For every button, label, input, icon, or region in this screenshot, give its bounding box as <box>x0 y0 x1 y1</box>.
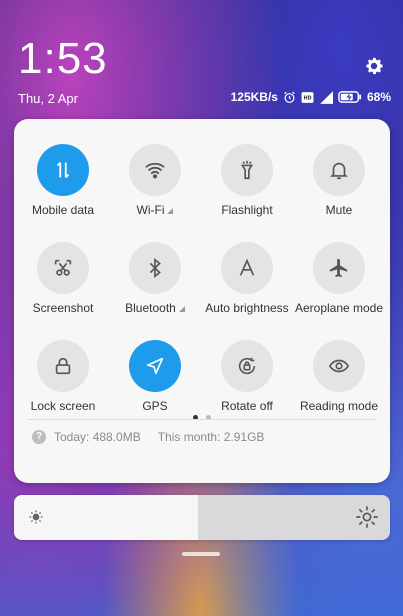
tile-screenshot[interactable]: Screenshot <box>17 242 109 315</box>
auto-brightness-button[interactable] <box>221 242 273 294</box>
signal-icon <box>319 90 333 104</box>
mobile-data-button[interactable] <box>37 144 89 196</box>
page-indicator[interactable] <box>14 407 390 425</box>
dropdown-triangle-icon <box>167 208 174 214</box>
aeroplane-mode-button[interactable] <box>313 242 365 294</box>
auto-brightness-icon <box>239 258 255 276</box>
tile-label: Screenshot <box>32 301 94 315</box>
tile-label: Mobile data <box>31 203 95 217</box>
wifi-icon <box>145 162 165 179</box>
lock-icon <box>55 357 71 375</box>
tile-label: Aeroplane mode <box>294 301 384 315</box>
tile-gps[interactable]: GPS <box>109 340 201 413</box>
wifi-button[interactable] <box>129 144 181 196</box>
dropdown-triangle-icon <box>178 306 185 312</box>
tile-reading-mode[interactable]: Reading mode <box>293 340 385 413</box>
svg-text:HD: HD <box>303 95 311 101</box>
brightness-high-icon <box>356 506 378 528</box>
clock[interactable]: 1:53 <box>18 34 108 84</box>
bluetooth-button[interactable] <box>129 242 181 294</box>
tile-mobile-data[interactable]: Mobile data <box>17 144 109 217</box>
screenshot-button[interactable] <box>37 242 89 294</box>
tile-wifi[interactable]: Wi-Fi <box>109 144 201 217</box>
tile-label: Flashlight <box>221 203 273 217</box>
quick-settings-panel: Mobile data Wi-Fi Flashlight Mute Screen… <box>14 119 390 483</box>
rotate-off-button[interactable] <box>221 340 273 392</box>
brightness-slider[interactable] <box>14 495 390 540</box>
date-label[interactable]: Thu, 2 Apr <box>18 91 78 106</box>
brightness-low-icon <box>29 510 43 524</box>
airplane-icon <box>329 258 348 278</box>
usage-today: Today: 488.0MB <box>54 430 141 444</box>
lock-screen-button[interactable] <box>37 340 89 392</box>
tile-label: Wi-Fi <box>136 203 165 217</box>
reading-mode-button[interactable] <box>313 340 365 392</box>
flashlight-icon <box>240 160 254 180</box>
usage-month: This month: 2.91GB <box>157 430 265 444</box>
bluetooth-icon <box>149 258 161 278</box>
alarm-icon <box>283 91 296 104</box>
tile-aeroplane-mode[interactable]: Aeroplane mode <box>293 242 385 315</box>
tile-label: Mute <box>325 203 353 217</box>
flashlight-button[interactable] <box>221 144 273 196</box>
divider <box>28 419 376 420</box>
tile-rotate-off[interactable]: Rotate off <box>201 340 293 413</box>
tile-lock-screen[interactable]: Lock screen <box>17 340 109 413</box>
battery-percent: 68% <box>366 90 391 104</box>
volte-icon: HD <box>301 91 314 104</box>
tile-bluetooth[interactable]: Bluetooth <box>109 242 201 315</box>
mute-button[interactable] <box>313 144 365 196</box>
network-speed: 125KB/s <box>230 90 278 104</box>
help-question-icon[interactable]: ? <box>32 430 46 444</box>
mobile-data-icon <box>56 162 70 178</box>
tile-flashlight[interactable]: Flashlight <box>201 144 293 217</box>
data-usage-row[interactable]: ? Today: 488.0MB This month: 2.91GB <box>32 430 264 444</box>
eye-icon <box>328 359 350 373</box>
tile-mute[interactable]: Mute <box>293 144 385 217</box>
drag-handle[interactable] <box>182 552 220 556</box>
location-arrow-icon <box>146 357 164 375</box>
tile-auto-brightness[interactable]: Auto brightness <box>201 242 293 315</box>
battery-charging-icon <box>338 91 362 103</box>
rotation-lock-icon <box>238 357 256 375</box>
gps-button[interactable] <box>129 340 181 392</box>
status-icons: 125KB/s HD 68% <box>231 90 391 104</box>
scissors-icon <box>54 259 72 276</box>
tile-label: Auto brightness <box>205 301 289 315</box>
settings-gear-icon[interactable] <box>363 55 385 77</box>
bell-icon <box>330 162 348 180</box>
tile-label: Bluetooth <box>125 301 176 315</box>
